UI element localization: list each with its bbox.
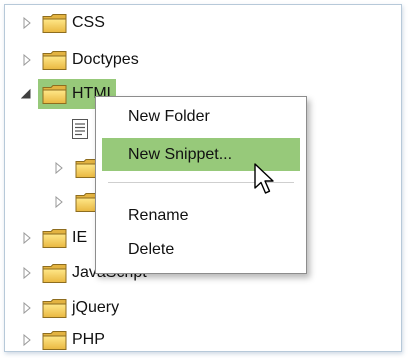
triangle-right-icon[interactable] bbox=[21, 53, 33, 67]
mouse-cursor-icon bbox=[254, 163, 274, 194]
tree-item-doctypes[interactable]: Doctypes bbox=[5, 43, 385, 77]
triangle-right-icon[interactable] bbox=[21, 16, 33, 30]
folder-icon bbox=[42, 329, 68, 351]
triangle-right-icon[interactable] bbox=[21, 266, 33, 280]
folder-icon bbox=[42, 83, 68, 105]
menu-item-rename[interactable]: Rename bbox=[102, 199, 300, 232]
folder-icon bbox=[42, 49, 68, 71]
folder-icon bbox=[42, 12, 68, 34]
tree-item-php[interactable]: PHP bbox=[5, 323, 385, 352]
folder-icon bbox=[42, 262, 68, 284]
tree-item-css[interactable]: CSS bbox=[5, 6, 385, 40]
folder-icon bbox=[42, 227, 68, 249]
triangle-down-icon[interactable] bbox=[21, 87, 33, 101]
menu-item-label: New Snippet... bbox=[128, 146, 233, 163]
menu-item-label: Delete bbox=[128, 241, 175, 258]
screen: CSS Doctypes HTML IE jQuery PHP New Fold… bbox=[0, 0, 409, 358]
triangle-right-icon[interactable] bbox=[21, 301, 33, 315]
triangle-right-icon[interactable] bbox=[53, 161, 65, 175]
document-icon[interactable] bbox=[71, 118, 89, 140]
tree-item-label: PHP bbox=[72, 331, 105, 348]
tree-item-label: Doctypes bbox=[72, 51, 139, 68]
triangle-right-icon[interactable] bbox=[21, 333, 33, 347]
folder-icon bbox=[42, 297, 68, 319]
tree-item-label: jQuery bbox=[72, 299, 120, 316]
triangle-right-icon[interactable] bbox=[53, 195, 65, 209]
tree-item-jquery[interactable]: jQuery bbox=[5, 291, 385, 325]
tree-item-label: IE bbox=[72, 229, 88, 246]
tree-item-label: CSS bbox=[72, 14, 105, 31]
menu-item-delete[interactable]: Delete bbox=[102, 233, 300, 266]
menu-item-new-folder[interactable]: New Folder bbox=[102, 100, 300, 133]
triangle-right-icon[interactable] bbox=[21, 231, 33, 245]
menu-item-label: New Folder bbox=[128, 108, 210, 125]
menu-item-label: Rename bbox=[128, 207, 189, 224]
